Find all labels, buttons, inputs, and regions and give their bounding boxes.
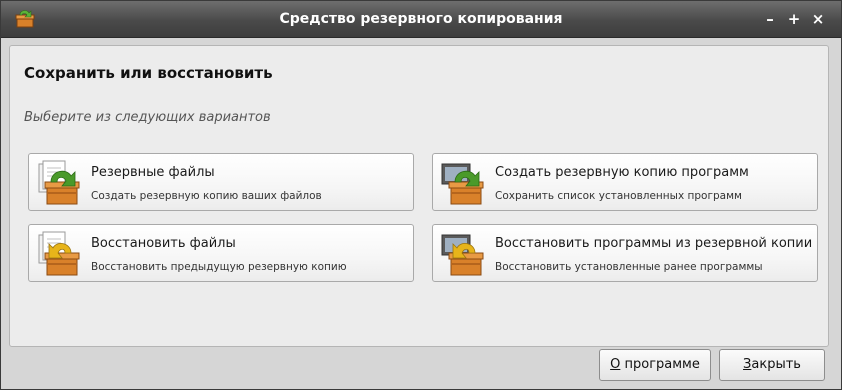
- maximize-button[interactable]: +: [785, 1, 803, 37]
- backup-files-icon: [38, 160, 80, 205]
- option-title: Восстановить программы из резервной копи…: [495, 236, 813, 251]
- restore-programs-icon: [441, 234, 484, 276]
- close-button[interactable]: Закрыть: [719, 349, 825, 381]
- backup-programs-icon: [441, 163, 484, 205]
- about-mnemonic: О: [610, 357, 621, 372]
- window-title: Средство резервного копирования: [279, 11, 563, 27]
- option-title: Резервные файлы: [91, 165, 215, 180]
- instruction-text: Выберите из следующих вариантов: [24, 110, 271, 125]
- restore-files-icon: [38, 231, 80, 276]
- backup-tool-window: Средство резервного копирования – + × Со…: [0, 0, 842, 390]
- about-label: программе: [620, 357, 700, 372]
- minimize-button[interactable]: –: [761, 1, 779, 37]
- restore-files-option[interactable]: Восстановить файлы Восстановить предыдущ…: [28, 224, 414, 282]
- option-title: Восстановить файлы: [91, 236, 236, 251]
- restore-programs-option[interactable]: Восстановить программы из резервной копи…: [432, 224, 818, 282]
- page-title: Сохранить или восстановить: [24, 64, 273, 82]
- main-panel: Сохранить или восстановить Выберите из с…: [9, 45, 829, 347]
- option-description: Сохранить список установленных программ: [495, 190, 742, 202]
- option-description: Восстановить установленные ранее програм…: [495, 261, 763, 273]
- option-description: Восстановить предыдущую резервную копию: [91, 261, 347, 273]
- about-button[interactable]: О программе: [599, 349, 711, 381]
- close-window-button[interactable]: ×: [809, 1, 827, 37]
- close-label: акрыть: [751, 357, 801, 372]
- backup-files-option[interactable]: Резервные файлы Создать резервную копию …: [28, 153, 414, 211]
- backup-programs-option[interactable]: Создать резервную копию программ Сохрани…: [432, 153, 818, 211]
- option-description: Создать резервную копию ваших файлов: [91, 190, 322, 202]
- option-title: Создать резервную копию программ: [495, 165, 749, 180]
- title-bar[interactable]: Средство резервного копирования – + ×: [1, 1, 841, 38]
